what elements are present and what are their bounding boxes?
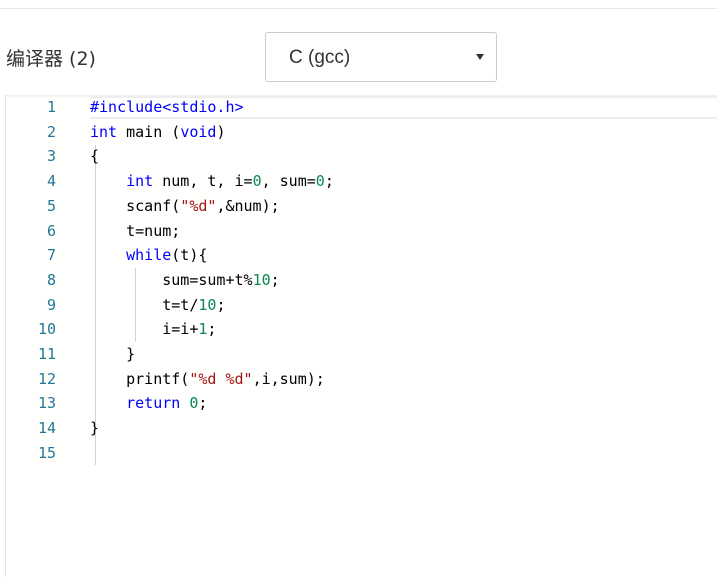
code-line: int main (void) bbox=[90, 120, 225, 145]
code-token: ; bbox=[198, 394, 208, 413]
code-token: { bbox=[90, 147, 100, 166]
line-number: 6 bbox=[46, 221, 56, 240]
code-token: main ( bbox=[117, 122, 181, 141]
code-line: scanf("%d",&num); bbox=[90, 194, 280, 219]
code-token: ; bbox=[270, 270, 280, 289]
code-token: (t){ bbox=[171, 246, 208, 265]
line-number: 10 bbox=[37, 320, 56, 339]
line-number: 14 bbox=[37, 419, 56, 438]
code-token: ; bbox=[216, 295, 226, 314]
code-token: t=num; bbox=[90, 221, 181, 240]
code-token: 10 bbox=[198, 295, 217, 314]
line-number: 3 bbox=[46, 147, 56, 166]
compiler-select[interactable]: C (gcc) bbox=[265, 32, 497, 82]
code-token: "%d %d" bbox=[189, 369, 253, 388]
code-token: ; bbox=[324, 172, 334, 191]
code-line: int num, t, i=0, sum=0; bbox=[90, 169, 334, 194]
code-token: num, t, i= bbox=[153, 172, 253, 191]
code-line: return 0; bbox=[90, 391, 207, 416]
top-divider bbox=[0, 8, 717, 9]
code-token: } bbox=[90, 419, 100, 438]
code-token: sum=sum+t% bbox=[90, 270, 253, 289]
code-line: { bbox=[90, 144, 99, 169]
code-line: t=num; bbox=[90, 219, 180, 244]
compiler-label: 编译器 (2) bbox=[6, 48, 96, 70]
line-number: 12 bbox=[37, 369, 56, 388]
line-number: 7 bbox=[46, 246, 56, 265]
code-token: ,&num); bbox=[216, 196, 280, 215]
code-token: 0 bbox=[252, 172, 262, 191]
code-line: printf("%d %d",i,sum); bbox=[90, 367, 325, 392]
line-number: 9 bbox=[46, 295, 56, 314]
code-token: ) bbox=[216, 122, 226, 141]
code-editor[interactable]: 1 2 3 4 5 6 7 8 9 10 11 12 13 14 15 #include<stdio.h> i… bbox=[5, 95, 717, 577]
code-line: } bbox=[90, 342, 135, 367]
code-line: } bbox=[90, 416, 99, 441]
line-number: 11 bbox=[37, 345, 56, 363]
line-number: 1 bbox=[46, 98, 56, 116]
code-line: t=t/10; bbox=[90, 293, 225, 318]
code-line: while(t){ bbox=[90, 243, 207, 268]
code-line: i=i+1; bbox=[90, 317, 216, 342]
code-token: int bbox=[126, 172, 154, 191]
code-token: return bbox=[126, 394, 181, 413]
line-number: 15 bbox=[37, 443, 56, 462]
code-token: 10 bbox=[252, 270, 271, 289]
caret-down-icon bbox=[476, 54, 484, 60]
line-number-gutter: 1 2 3 4 5 6 7 8 9 10 11 12 13 14 15 bbox=[6, 95, 68, 577]
code-token: ,i,sum); bbox=[252, 369, 325, 388]
line-number: 4 bbox=[46, 172, 56, 191]
code-token: "%d" bbox=[180, 196, 217, 215]
line-number: 8 bbox=[46, 270, 56, 289]
code-line: sum=sum+t%10; bbox=[90, 268, 280, 293]
code-token: ; bbox=[207, 320, 217, 339]
code-token: void bbox=[180, 122, 217, 141]
code-token: , sum= bbox=[261, 172, 316, 191]
code-token: while bbox=[126, 246, 172, 265]
code-token: #include<stdio.h> bbox=[90, 98, 244, 116]
code-token: 0 bbox=[315, 172, 325, 191]
code-token: printf( bbox=[90, 369, 190, 388]
line-number: 13 bbox=[37, 394, 56, 413]
line-number: 5 bbox=[46, 196, 56, 215]
code-token: t=t/ bbox=[90, 295, 199, 314]
code-token: scanf( bbox=[90, 196, 181, 215]
code-token: i=i+ bbox=[90, 320, 199, 339]
line-number: 2 bbox=[46, 122, 56, 141]
code-area[interactable]: #include<stdio.h> int main (void) { int nu… bbox=[90, 95, 717, 577]
code-line: #include<stdio.h> bbox=[90, 95, 244, 120]
code-token: } bbox=[90, 345, 136, 363]
compiler-select-value: C (gcc) bbox=[289, 47, 351, 68]
code-token: int bbox=[90, 122, 118, 141]
